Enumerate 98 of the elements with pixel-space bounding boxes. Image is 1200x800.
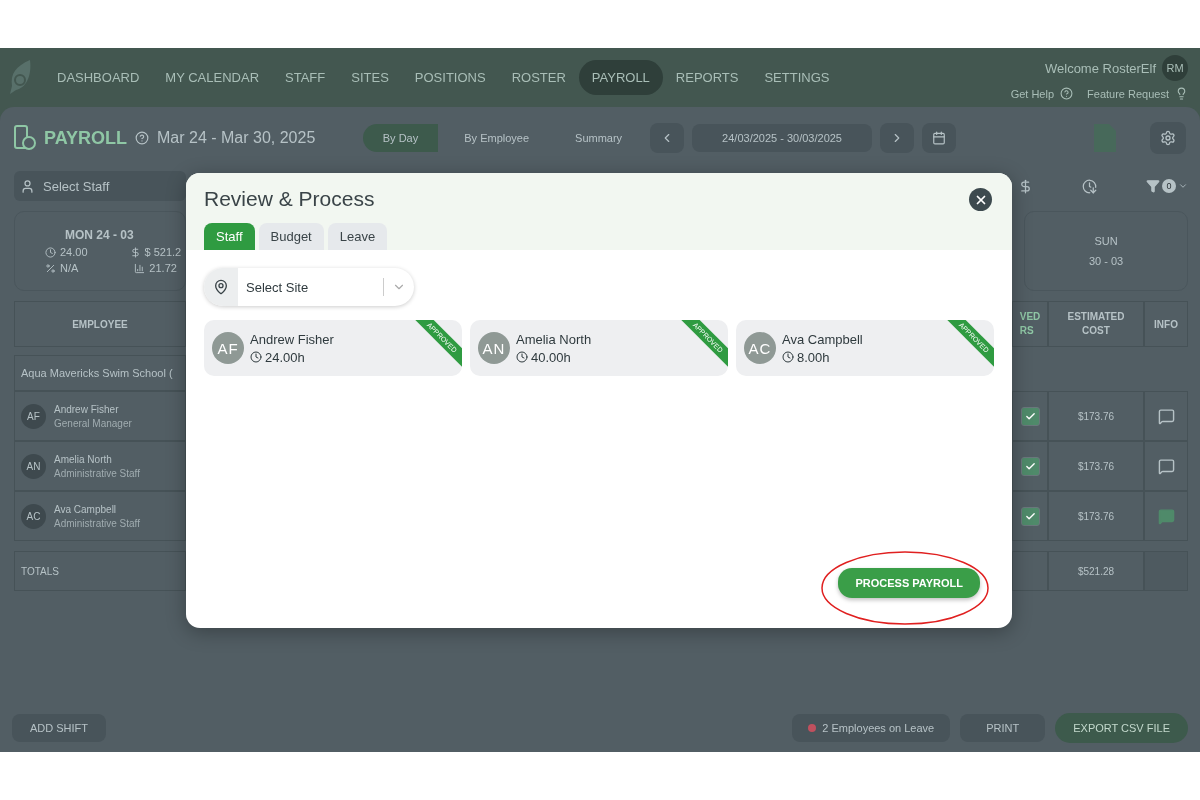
day-label: SUN xyxy=(1094,235,1118,247)
table-cell: Aqua Mavericks Swim School ( xyxy=(14,355,186,391)
day-label: MON 24 - 03 xyxy=(64,228,135,242)
nav-link[interactable]: SITES xyxy=(338,60,402,95)
welcome-text: Welcome RosterElf xyxy=(1045,60,1156,76)
caret-icon xyxy=(1178,181,1188,191)
check-icon xyxy=(1024,510,1036,522)
staff-hours: 8.00h xyxy=(797,349,830,365)
table-cell: $521.28 xyxy=(1048,551,1144,591)
table-cell: $173.76 xyxy=(1048,441,1144,491)
clock-icon xyxy=(45,246,56,258)
add-shift-button[interactable]: ADD SHIFT xyxy=(12,714,107,742)
employee-name: Amelia North xyxy=(54,453,113,465)
clock-icon xyxy=(250,351,262,363)
employee-role: General Manager xyxy=(54,417,132,429)
print-button[interactable]: PRINT xyxy=(960,714,1046,742)
nav-link[interactable]: PAYROLL xyxy=(578,60,663,95)
staff-hours: 40.00h xyxy=(531,349,571,365)
staff-name: Ava Campbell xyxy=(782,331,863,347)
percent-value: N/A xyxy=(60,262,79,274)
calendar-icon xyxy=(932,131,946,145)
staff-name: Andrew Fisher xyxy=(250,331,334,347)
table-cell: $173.76 xyxy=(1048,491,1144,541)
alert-dot xyxy=(808,724,817,732)
dollar-icon xyxy=(129,246,141,258)
settings-button[interactable] xyxy=(1150,122,1186,154)
note-icon[interactable] xyxy=(1157,457,1175,475)
help-link[interactable]: Get Help xyxy=(1010,87,1055,100)
payroll-icon xyxy=(14,125,36,151)
lightbulb-icon xyxy=(1175,87,1188,100)
process-payroll-button[interactable]: PROCESS PAYROLL xyxy=(838,568,980,598)
export-csv-button[interactable]: EXPORT CSV FILE xyxy=(1055,713,1188,743)
clock-icon xyxy=(782,351,794,363)
staff-select-field[interactable]: Select Staff xyxy=(14,171,186,201)
date-range-title: Mar 24 - Mar 30, 2025 xyxy=(157,129,316,147)
avatar: AF xyxy=(212,332,244,364)
avatar: AC xyxy=(21,503,46,529)
tab[interactable]: Leave xyxy=(327,223,388,250)
clock-icon xyxy=(516,351,528,363)
view-toggle[interactable]: Summary xyxy=(555,124,643,152)
table-cell: TOTALS xyxy=(14,551,186,591)
location-pin-icon xyxy=(213,279,229,295)
page-title: PAYROLL xyxy=(44,127,127,149)
employee-name: Andrew Fisher xyxy=(54,403,120,415)
help-icon xyxy=(135,131,149,145)
bar-chart-icon xyxy=(134,262,146,274)
percent-icon xyxy=(45,262,56,274)
check-icon xyxy=(1024,410,1036,422)
user-avatar[interactable]: RM xyxy=(1162,55,1188,81)
calendar-button[interactable] xyxy=(922,123,956,153)
nav-link[interactable]: STAFF xyxy=(272,60,339,95)
gear-icon xyxy=(1160,130,1176,146)
employee-role: Administrative Staff xyxy=(54,517,140,529)
avatar: AN xyxy=(21,453,46,479)
employee-role: Administrative Staff xyxy=(54,467,140,479)
table-header: INFO xyxy=(1144,301,1188,347)
check-icon xyxy=(1024,460,1036,472)
filter-icon[interactable] xyxy=(1146,179,1160,193)
cost-value: $ 521.2 xyxy=(144,246,182,258)
close-button[interactable] xyxy=(969,188,992,211)
help-icon xyxy=(1060,87,1074,100)
avatar: AC xyxy=(744,332,776,364)
employees-on-leave-button[interactable]: 2 Employees on Leave xyxy=(792,714,951,742)
date-range-field[interactable]: 24/03/2025 - 30/03/2025 xyxy=(692,124,872,152)
feature-request-link[interactable]: Feature Request xyxy=(1087,87,1169,100)
table-header: EMPLOYEE xyxy=(14,301,186,347)
nav-link[interactable]: REPORTS xyxy=(662,60,752,95)
nav-link[interactable]: DASHBOARD xyxy=(44,60,153,95)
staff-hours: 24.00h xyxy=(265,349,305,365)
employee-name: Ava Campbell xyxy=(54,503,118,515)
dollar-icon[interactable] xyxy=(1018,178,1033,194)
avatar: AF xyxy=(21,403,46,429)
table-cell: $173.76 xyxy=(1048,391,1144,441)
person-icon xyxy=(20,178,35,194)
avatar: AN xyxy=(478,332,510,364)
nav-link[interactable]: ROSTER xyxy=(498,60,579,95)
filter-count-badge: 0 xyxy=(1162,179,1176,193)
clock-sort-icon[interactable] xyxy=(1082,178,1097,194)
tab[interactable]: Budget xyxy=(258,223,324,250)
site-select[interactable]: Select Site xyxy=(204,268,414,306)
table-header: ESTIMATED COST xyxy=(1048,301,1144,347)
view-toggle[interactable]: By Day xyxy=(362,124,439,152)
table-header: VED RS xyxy=(1012,301,1048,347)
table-cell xyxy=(1012,551,1048,591)
tab[interactable]: Staff xyxy=(204,223,255,250)
view-toggle[interactable]: By Employee xyxy=(444,124,550,152)
day-date: 30 - 03 xyxy=(1088,255,1124,267)
dialog-title: Review & Process xyxy=(204,187,375,211)
nav-link[interactable]: POSITIONS xyxy=(401,60,499,95)
average-value: 21.72 xyxy=(149,262,177,274)
note-icon[interactable] xyxy=(1157,407,1175,425)
checkbox[interactable] xyxy=(1020,506,1040,526)
hours-value: 24.00 xyxy=(60,246,88,258)
nav-link[interactable]: SETTINGS xyxy=(751,60,843,95)
nav-link[interactable]: MY CALENDAR xyxy=(152,60,273,95)
staff-name: Amelia North xyxy=(516,331,592,347)
checkbox[interactable] xyxy=(1020,456,1040,476)
checkbox[interactable] xyxy=(1020,406,1040,426)
